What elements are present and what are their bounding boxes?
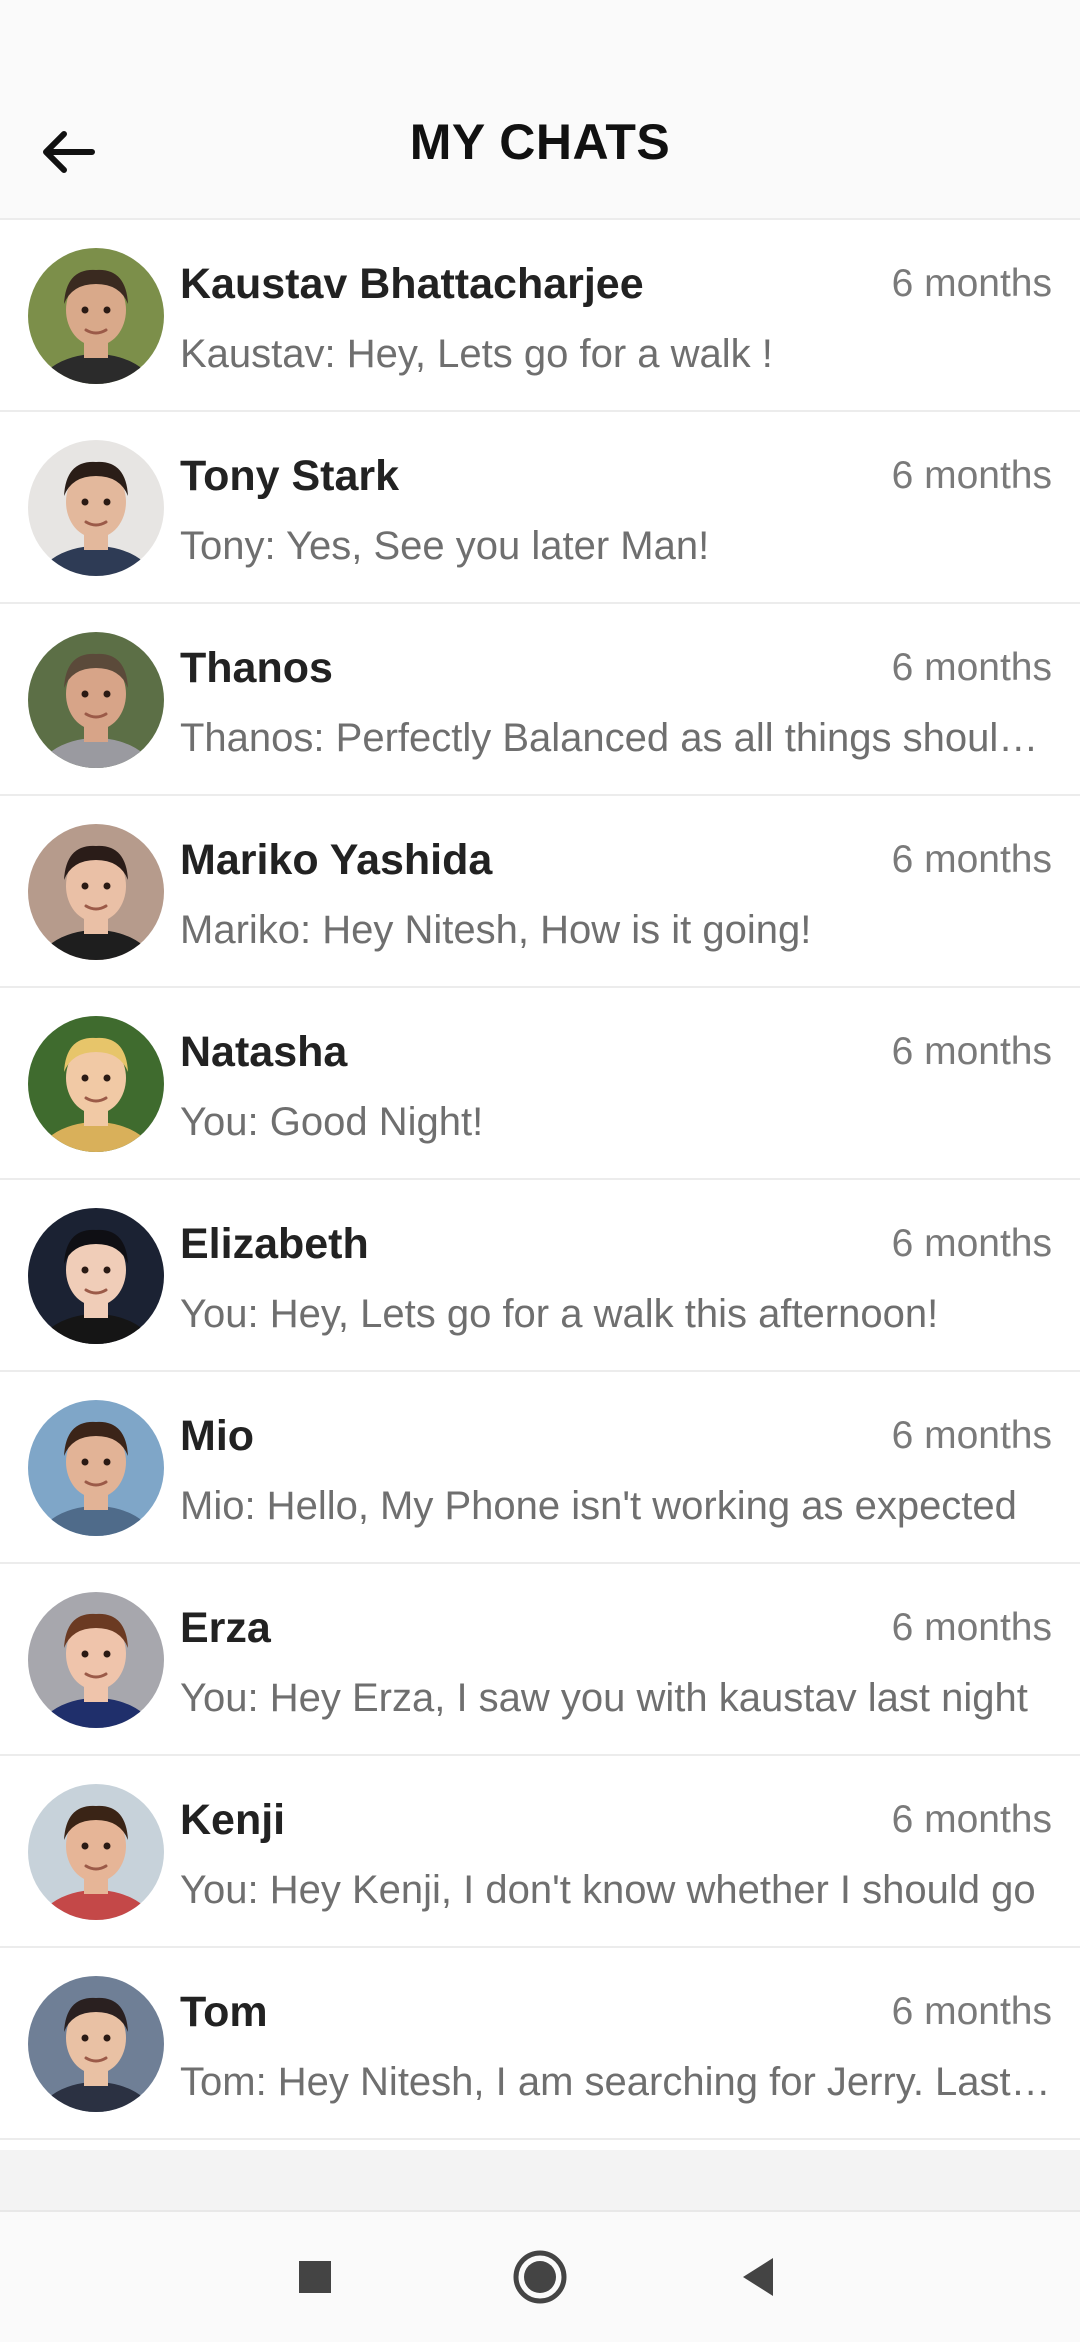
chat-contact-name: Mio bbox=[180, 1412, 255, 1460]
triangle-back-icon bbox=[743, 2258, 773, 2296]
avatar[interactable] bbox=[28, 1208, 164, 1344]
avatar-man-suit bbox=[28, 1976, 164, 2112]
chat-list-item[interactable]: Tom 6 months Tom: Hey Nitesh, I am searc… bbox=[0, 1948, 1080, 2140]
chat-last-message: Tony: Yes, See you later Man! bbox=[180, 524, 710, 568]
chat-contact-name: Kenji bbox=[180, 1796, 286, 1844]
avatar-man-beard bbox=[28, 248, 164, 384]
chat-last-message: Tom: Hey Nitesh, I am searching for Jerr… bbox=[180, 2060, 1052, 2104]
chat-contact-name: Mariko Yashida bbox=[180, 836, 493, 884]
recent-apps-button[interactable] bbox=[270, 2232, 360, 2322]
back-nav-button[interactable] bbox=[715, 2232, 805, 2322]
circle-home-icon bbox=[513, 2250, 567, 2304]
avatar-woman-dark-hair bbox=[28, 824, 164, 960]
chat-timestamp: 6 months bbox=[891, 838, 1052, 881]
chat-list-item[interactable]: Erza 6 months You: Hey Erza, I saw you w… bbox=[0, 1564, 1080, 1756]
chat-last-message: Thanos: Perfectly Balanced as all things… bbox=[180, 716, 1052, 760]
chat-list-item[interactable]: Kenji 6 months You: Hey Kenji, I don't k… bbox=[0, 1756, 1080, 1948]
avatar[interactable] bbox=[28, 824, 164, 960]
avatar-man-dark-hair bbox=[28, 440, 164, 576]
avatar[interactable] bbox=[28, 440, 164, 576]
chat-timestamp: 6 months bbox=[891, 1606, 1052, 1649]
chat-list-item[interactable]: Elizabeth 6 months You: Hey, Lets go for… bbox=[0, 1180, 1080, 1372]
chat-contact-name: Tony Stark bbox=[180, 452, 400, 500]
avatar[interactable] bbox=[28, 1976, 164, 2112]
chat-list-item[interactable]: Thanos 6 months Thanos: Perfectly Balanc… bbox=[0, 604, 1080, 796]
chat-last-message: You: Good Night! bbox=[180, 1100, 484, 1144]
avatar-woman-brown-hair bbox=[28, 1400, 164, 1536]
chat-list-screen: MY CHATS Kaustav Bhattacharjee 6 months … bbox=[0, 0, 1080, 2150]
chat-last-message: You: Hey Erza, I saw you with kaustav la… bbox=[180, 1676, 1028, 1720]
avatar-man-smiling bbox=[28, 632, 164, 768]
chat-list-item[interactable]: Mariko Yashida 6 months Mariko: Hey Nite… bbox=[0, 796, 1080, 988]
chat-list-item[interactable]: Tony Stark 6 months Tony: Yes, See you l… bbox=[0, 412, 1080, 604]
avatar[interactable] bbox=[28, 1400, 164, 1536]
chat-timestamp: 6 months bbox=[891, 1222, 1052, 1265]
chat-timestamp: 6 months bbox=[891, 1990, 1052, 2033]
avatar[interactable] bbox=[28, 1016, 164, 1152]
chat-timestamp: 6 months bbox=[891, 1414, 1052, 1457]
avatar[interactable] bbox=[28, 1592, 164, 1728]
chat-contact-name: Natasha bbox=[180, 1028, 348, 1076]
chat-contact-name: Tom bbox=[180, 1988, 268, 2036]
avatar[interactable] bbox=[28, 1784, 164, 1920]
page-title: MY CHATS bbox=[409, 114, 671, 170]
home-button[interactable] bbox=[495, 2232, 585, 2322]
chat-last-message: You: Hey, Lets go for a walk this aftern… bbox=[180, 1292, 939, 1336]
avatar-woman-auburn-hair bbox=[28, 1592, 164, 1728]
avatar-woman-blonde bbox=[28, 1016, 164, 1152]
chat-timestamp: 6 months bbox=[891, 454, 1052, 497]
avatar-woman-black-hair bbox=[28, 1208, 164, 1344]
chat-contact-name: Erza bbox=[180, 1604, 271, 1652]
chat-timestamp: 6 months bbox=[891, 262, 1052, 305]
chat-timestamp: 6 months bbox=[891, 1798, 1052, 1841]
chat-contact-name: Kaustav Bhattacharjee bbox=[180, 260, 644, 308]
chat-contact-name: Elizabeth bbox=[180, 1220, 369, 1268]
chat-list-item[interactable]: Kaustav Bhattacharjee 6 months Kaustav: … bbox=[0, 220, 1080, 412]
avatar-man-glasses bbox=[28, 1784, 164, 1920]
chat-last-message: You: Hey Kenji, I don't know whether I s… bbox=[180, 1868, 1036, 1912]
system-nav-bar bbox=[0, 2210, 1080, 2342]
square-icon bbox=[299, 2261, 331, 2293]
chat-last-message: Kaustav: Hey, Lets go for a walk ! bbox=[180, 332, 773, 376]
header-bar: MY CHATS bbox=[0, 0, 1080, 220]
chat-list: Kaustav Bhattacharjee 6 months Kaustav: … bbox=[0, 220, 1080, 2140]
chat-contact-name: Thanos bbox=[180, 644, 333, 692]
chat-timestamp: 6 months bbox=[891, 1030, 1052, 1073]
avatar[interactable] bbox=[28, 248, 164, 384]
avatar[interactable] bbox=[28, 632, 164, 768]
chat-list-item[interactable]: Mio 6 months Mio: Hello, My Phone isn't … bbox=[0, 1372, 1080, 1564]
chat-last-message: Mariko: Hey Nitesh, How is it going! bbox=[180, 908, 812, 952]
chat-timestamp: 6 months bbox=[891, 646, 1052, 689]
chat-list-item[interactable]: Natasha 6 months You: Good Night! bbox=[0, 988, 1080, 1180]
chat-last-message: Mio: Hello, My Phone isn't working as ex… bbox=[180, 1484, 1017, 1528]
